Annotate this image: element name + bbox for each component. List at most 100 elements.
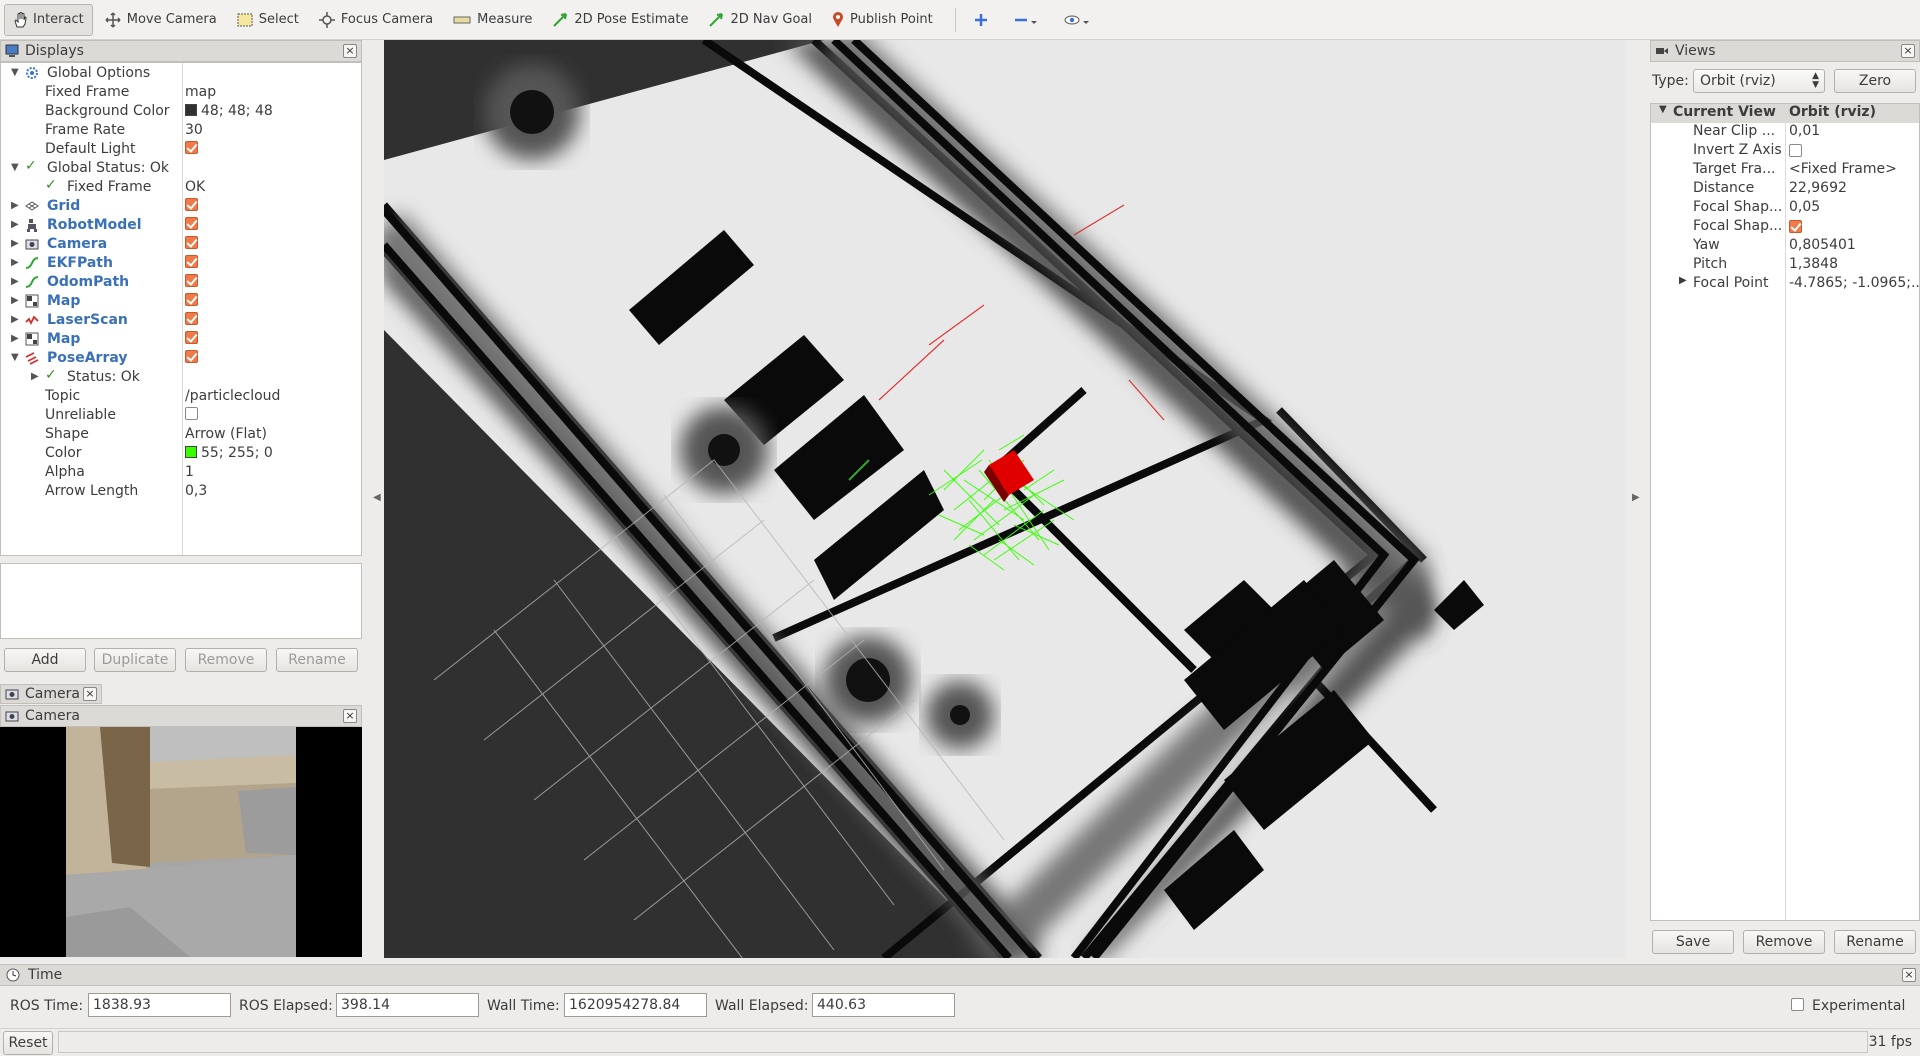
save-view-button[interactable]: Save <box>1652 930 1734 954</box>
collapsed-arrow-icon[interactable]: ▶ <box>11 238 19 249</box>
collapsed-arrow-icon[interactable]: ▶ <box>11 333 19 344</box>
pose-array-enabled-checkbox[interactable] <box>185 350 198 363</box>
move-camera-tool-button[interactable]: Move Camera <box>97 4 225 36</box>
tree-row-unreliable[interactable]: Unreliable <box>1 405 361 424</box>
displays-close-button[interactable]: × <box>343 44 357 58</box>
pitch-value[interactable]: 1,3848 <box>1789 256 1838 272</box>
distance-row[interactable]: Distance 22,9692 <box>1651 180 1919 199</box>
remove-view-button[interactable]: Remove <box>1743 930 1825 954</box>
add-display-button[interactable]: Add <box>4 648 86 672</box>
camera-enabled-checkbox[interactable] <box>185 236 198 249</box>
target-frame-row[interactable]: Target Fra... <Fixed Frame> <box>1651 161 1919 180</box>
odom-path-enabled-checkbox[interactable] <box>185 274 198 287</box>
tree-row-global-options[interactable]: ▼ Global Options <box>1 63 361 82</box>
wall-elapsed-field[interactable]: 440.63 <box>812 993 955 1017</box>
color-value-cell[interactable]: 55; 255; 0 <box>185 445 273 461</box>
focal-shape-size-value[interactable]: 0,05 <box>1789 199 1820 215</box>
collapsed-arrow-icon[interactable]: ▶ <box>1679 275 1687 286</box>
remove-display-button[interactable]: Remove <box>185 648 267 672</box>
expanded-arrow-icon[interactable]: ▼ <box>11 67 19 78</box>
tree-row-map-2[interactable]: ▶ Map <box>1 329 361 348</box>
tree-row-status-fixed-frame[interactable]: ✓ Fixed Frame OK <box>1 177 361 196</box>
tree-row-pose-array[interactable]: ▼ PoseArray <box>1 348 361 367</box>
tree-row-camera[interactable]: ▶ Camera <box>1 234 361 253</box>
remove-tool-dropdown[interactable] <box>1006 4 1052 36</box>
tree-row-grid[interactable]: ▶ Grid <box>1 196 361 215</box>
focus-camera-tool-button[interactable]: Focus Camera <box>311 4 441 36</box>
yaw-row[interactable]: Yaw 0,805401 <box>1651 237 1919 256</box>
focal-point-value[interactable]: -4.7865; -1.0965;... <box>1789 275 1920 291</box>
publish-point-tool-button[interactable]: Publish Point <box>824 4 941 36</box>
collapse-left-dock-arrow[interactable]: ◀ <box>373 492 381 503</box>
tree-row-shape[interactable]: Shape Arrow (Flat) <box>1 424 361 443</box>
camera-tab-close-button[interactable]: × <box>83 687 97 701</box>
reset-button[interactable]: Reset <box>3 1031 53 1055</box>
collapsed-arrow-icon[interactable]: ▶ <box>11 295 19 306</box>
tree-row-laser-scan[interactable]: ▶ LaserScan <box>1 310 361 329</box>
wall-time-field[interactable]: 1620954278.84 <box>564 993 707 1017</box>
tree-row-pose-array-status[interactable]: ▶ ✓ Status: Ok <box>1 367 361 386</box>
collapsed-arrow-icon[interactable]: ▶ <box>11 200 19 211</box>
select-tool-button[interactable]: Select <box>229 4 307 36</box>
tree-row-frame-rate[interactable]: Frame Rate 30 <box>1 120 361 139</box>
view-type-select[interactable]: Orbit (rviz) ▲ ▼ <box>1693 69 1825 93</box>
tree-row-robot-model[interactable]: ▶ RobotModel <box>1 215 361 234</box>
tree-row-global-status[interactable]: ▼ ✓ Global Status: Ok <box>1 158 361 177</box>
tree-row-ekf-path[interactable]: ▶ EKFPath <box>1 253 361 272</box>
map-enabled-checkbox[interactable] <box>185 293 198 306</box>
panels-visibility-dropdown[interactable] <box>1056 4 1104 36</box>
yaw-value[interactable]: 0,805401 <box>1789 237 1856 253</box>
collapsed-arrow-icon[interactable]: ▶ <box>31 371 39 382</box>
fixed-frame-value[interactable]: map <box>185 84 216 100</box>
views-close-button[interactable]: × <box>1901 44 1915 58</box>
background-color-value-cell[interactable]: 48; 48; 48 <box>185 103 273 119</box>
expanded-arrow-icon[interactable]: ▼ <box>11 352 19 363</box>
camera-tab[interactable]: Camera × <box>0 684 102 704</box>
time-close-button[interactable]: × <box>1902 968 1916 982</box>
focal-point-row[interactable]: ▶ Focal Point -4.7865; -1.0965;... <box>1651 275 1920 294</box>
tree-row-topic[interactable]: Topic /particlecloud <box>1 386 361 405</box>
expanded-arrow-icon[interactable]: ▼ <box>11 162 19 173</box>
tree-row-odom-path[interactable]: ▶ OdomPath <box>1 272 361 291</box>
rename-view-button[interactable]: Rename <box>1834 930 1916 954</box>
current-view-row[interactable]: ▼ Current View Orbit (rviz) <box>1651 104 1919 123</box>
arrow-length-value[interactable]: 0,3 <box>185 483 207 499</box>
camera-panel-close-button[interactable]: × <box>343 709 357 723</box>
add-tool-button[interactable] <box>966 4 1002 36</box>
ros-time-field[interactable]: 1838.93 <box>88 993 231 1017</box>
laser-scan-enabled-checkbox[interactable] <box>185 312 198 325</box>
collapsed-arrow-icon[interactable]: ▶ <box>11 219 19 230</box>
shape-value[interactable]: Arrow (Flat) <box>185 426 267 442</box>
interact-tool-button[interactable]: Interact <box>4 3 93 36</box>
collapsed-arrow-icon[interactable]: ▶ <box>11 314 19 325</box>
pitch-row[interactable]: Pitch 1,3848 <box>1651 256 1919 275</box>
unreliable-checkbox[interactable] <box>185 407 198 420</box>
focal-shape-fixed-row[interactable]: Focal Shap... <box>1651 218 1919 237</box>
grid-enabled-checkbox[interactable] <box>185 198 198 211</box>
focal-shape-size-row[interactable]: Focal Shap... 0,05 <box>1651 199 1919 218</box>
frame-rate-value[interactable]: 30 <box>185 122 203 138</box>
invert-z-row[interactable]: Invert Z Axis <box>1651 142 1919 161</box>
tree-row-color[interactable]: Color 55; 255; 0 <box>1 443 361 462</box>
distance-value[interactable]: 22,9692 <box>1789 180 1847 196</box>
alpha-value[interactable]: 1 <box>185 464 194 480</box>
experimental-checkbox[interactable] <box>1791 998 1804 1011</box>
focal-shape-fixed-checkbox[interactable] <box>1789 220 1802 233</box>
collapsed-arrow-icon[interactable]: ▶ <box>11 276 19 287</box>
near-clip-value[interactable]: 0,01 <box>1789 123 1820 139</box>
tree-row-background-color[interactable]: Background Color 48; 48; 48 <box>1 101 361 120</box>
tree-row-default-light[interactable]: Default Light <box>1 139 361 158</box>
map-2-enabled-checkbox[interactable] <box>185 331 198 344</box>
tree-row-arrow-length[interactable]: Arrow Length 0,3 <box>1 481 361 500</box>
expanded-arrow-icon[interactable]: ▼ <box>1659 104 1667 115</box>
tree-row-map-1[interactable]: ▶ Map <box>1 291 361 310</box>
collapsed-arrow-icon[interactable]: ▶ <box>11 257 19 268</box>
ekf-path-enabled-checkbox[interactable] <box>185 255 198 268</box>
target-frame-value[interactable]: <Fixed Frame> <box>1789 161 1897 177</box>
duplicate-display-button[interactable]: Duplicate <box>94 648 176 672</box>
tree-row-alpha[interactable]: Alpha 1 <box>1 462 361 481</box>
tree-row-fixed-frame[interactable]: Fixed Frame map <box>1 82 361 101</box>
collapse-right-dock-arrow[interactable]: ▶ <box>1632 492 1640 503</box>
topic-value[interactable]: /particlecloud <box>185 388 280 404</box>
ros-elapsed-field[interactable]: 398.14 <box>336 993 479 1017</box>
